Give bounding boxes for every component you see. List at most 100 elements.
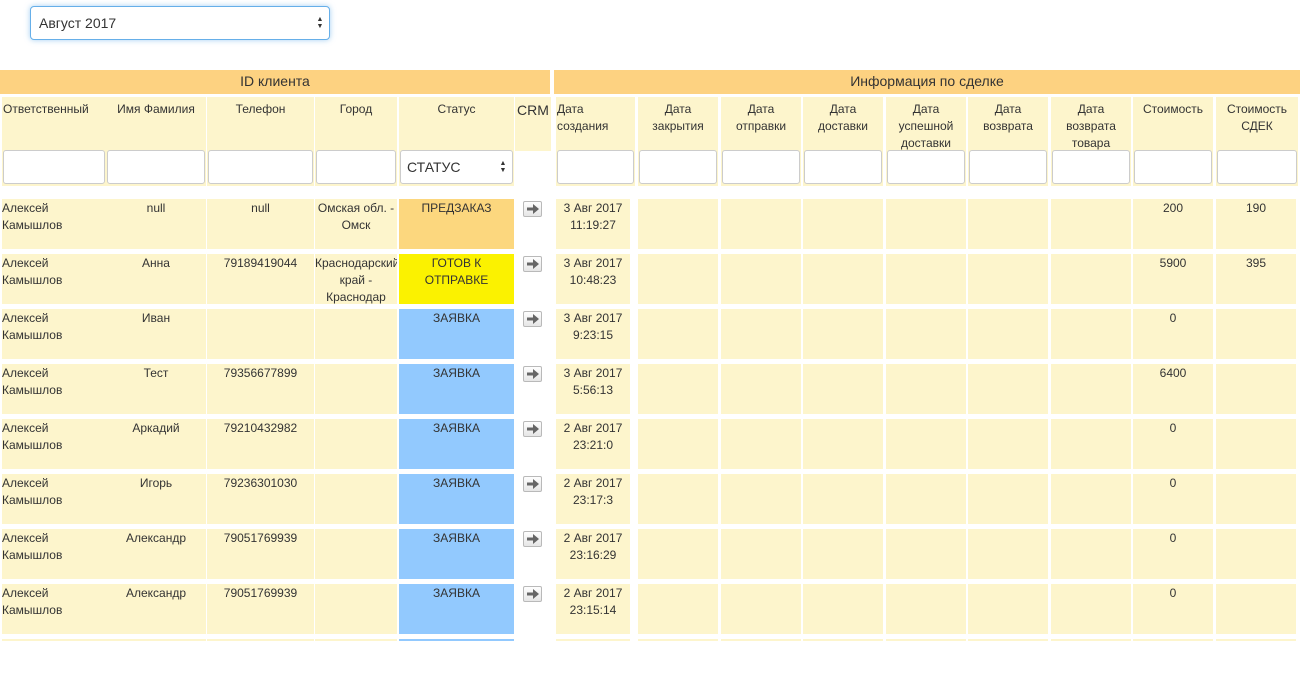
cell-success [886, 364, 966, 414]
cell-delivered [803, 419, 883, 469]
cell-returned_goods [1051, 364, 1131, 414]
cell-name: Тест [106, 364, 206, 414]
crm-open-button[interactable] [523, 366, 542, 382]
arrow-right-icon [527, 204, 539, 214]
filter-input-cost[interactable] [1134, 150, 1212, 184]
cell-created: 3 Авг 2017 10:48:23 [556, 254, 630, 304]
cell-crm [515, 309, 551, 359]
cell-returned [968, 364, 1048, 414]
cell-city [315, 364, 397, 414]
cell-cost: 6400 [1133, 364, 1213, 414]
filter-input-success[interactable] [887, 150, 965, 184]
cell-city [315, 584, 397, 634]
cell-sent [721, 254, 801, 304]
cell-cdek_cost [1216, 309, 1296, 359]
cell-city [315, 529, 397, 579]
cell-cost: 0 [1133, 529, 1213, 579]
cell-crm [515, 419, 551, 469]
column-header-status: Статус [437, 102, 476, 116]
arrow-right-icon [527, 369, 539, 379]
filter-input-delivered[interactable] [804, 150, 882, 184]
cell-cdek_cost [1216, 419, 1296, 469]
cell-closed [638, 584, 718, 634]
crm-open-button[interactable] [523, 586, 542, 602]
cell-returned [968, 254, 1048, 304]
column-header-sent: Дата отправки [735, 102, 787, 133]
cell-cost: 200 [1133, 199, 1213, 249]
cell-status: ЗАЯВКА [399, 364, 514, 414]
cell-closed [638, 474, 718, 524]
cell-returned [968, 309, 1048, 359]
cell-sent [721, 584, 801, 634]
cell-crm [515, 364, 551, 414]
arrow-right-icon [527, 259, 539, 269]
cell-closed [638, 254, 718, 304]
cell-name: Александр [106, 529, 206, 579]
cell-success [886, 254, 966, 304]
crm-open-button[interactable] [523, 421, 542, 437]
filter-input-phone[interactable] [208, 150, 313, 184]
cell-returned_goods [1051, 474, 1131, 524]
cell-cost: 5900 [1133, 254, 1213, 304]
cell-phone: 79210432982 [207, 419, 314, 469]
cell-created: 2 Авг 2017 23:21:0 [556, 419, 630, 469]
cell-returned [968, 584, 1048, 634]
group-header-client: ID клиента [0, 70, 550, 94]
filter-input-responsible[interactable] [3, 150, 105, 184]
cell-phone: 79356677899 [207, 364, 314, 414]
crm-open-button[interactable] [523, 311, 542, 327]
filter-input-cdek_cost[interactable] [1217, 150, 1297, 184]
cell-city: Омская обл. - Омск [315, 199, 397, 249]
cell-returned [968, 474, 1048, 524]
cell-responsible: Алексей Камышлов [2, 364, 106, 414]
column-header-crm: CRM [517, 102, 549, 118]
cell-responsible: Алексей Камышлов [2, 529, 106, 579]
filter-input-name[interactable] [107, 150, 205, 184]
cell-name: Аркадий [106, 419, 206, 469]
cell-phone: null [207, 199, 314, 249]
cell-success [886, 474, 966, 524]
cell-success [886, 309, 966, 359]
cell-returned_goods [1051, 309, 1131, 359]
column-header-success: Дата успешной доставки [898, 102, 954, 150]
cell-phone: 79236301030 [207, 474, 314, 524]
filter-input-returned_goods[interactable] [1052, 150, 1130, 184]
filter-input-closed[interactable] [639, 150, 717, 184]
cell-cdek_cost [1216, 474, 1296, 524]
cell-closed [638, 364, 718, 414]
filter-input-created[interactable] [557, 150, 634, 184]
filter-input-sent[interactable] [722, 150, 800, 184]
cell-returned_goods [1051, 419, 1131, 469]
cell-sent [721, 474, 801, 524]
cell-city [315, 309, 397, 359]
cell-status: ЗАЯВКА [399, 474, 514, 524]
crm-open-button[interactable] [523, 476, 542, 492]
cell-created: 2 Авг 2017 23:17:3 [556, 474, 630, 524]
cell-cdek_cost [1216, 584, 1296, 634]
cell-created: 3 Авг 2017 9:23:15 [556, 309, 630, 359]
cell-cost: 0 [1133, 474, 1213, 524]
cell-cost: 0 [1133, 584, 1213, 634]
column-header-delivered: Дата доставки [817, 102, 869, 133]
select-arrows-icon: ▲ ▼ [316, 16, 324, 30]
crm-open-button[interactable] [523, 256, 542, 272]
month-select[interactable]: Август 2017 ▲ ▼ [30, 6, 330, 40]
cell-delivered [803, 364, 883, 414]
status-filter-select[interactable]: СТАТУС ▲ ▼ [400, 150, 513, 184]
column-header-created: Дата создания [557, 102, 609, 133]
cell-returned_goods [1051, 584, 1131, 634]
cell-city: Краснодарский край - Краснодар [315, 254, 397, 304]
cell-cost: 0 [1133, 309, 1213, 359]
cell-sent [721, 529, 801, 579]
crm-open-button[interactable] [523, 531, 542, 547]
crm-open-button[interactable] [523, 201, 542, 217]
filter-input-city[interactable] [316, 150, 396, 184]
cell-created: 3 Авг 2017 5:56:13 [556, 364, 630, 414]
filter-input-returned[interactable] [969, 150, 1047, 184]
status-filter-value: СТАТУС [407, 159, 461, 175]
cell-responsible: Алексей Камышлов [2, 309, 106, 359]
select-arrows-icon: ▲ ▼ [499, 160, 507, 174]
cell-crm [515, 254, 551, 304]
cell-status: ЗАЯВКА [399, 584, 514, 634]
cell-sent [721, 364, 801, 414]
